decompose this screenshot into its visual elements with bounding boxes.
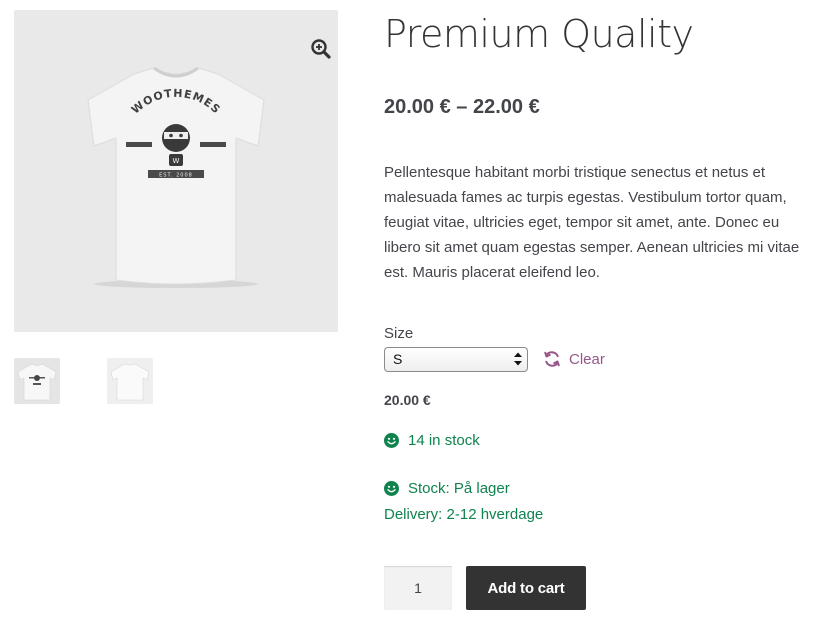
clear-variation-link[interactable]: Clear xyxy=(543,350,605,368)
gallery-thumbnail[interactable] xyxy=(107,358,153,404)
size-label: Size xyxy=(384,325,414,342)
select-arrows-icon xyxy=(514,352,522,366)
smiley-icon xyxy=(384,433,399,448)
smiley-icon xyxy=(384,481,399,496)
stock-status-text: Stock: På lager xyxy=(408,480,510,497)
delivery-info: Delivery: 2-12 hverdage xyxy=(384,506,544,523)
stock-count: 14 in stock xyxy=(408,432,480,449)
add-to-cart-button[interactable]: Add to cart xyxy=(466,566,586,610)
tshirt-back-thumbnail-image xyxy=(110,363,150,401)
stock-availability: 14 in stock xyxy=(384,432,480,449)
tshirt-image: WOOTHEMES W EST. 2008 xyxy=(87,66,265,288)
product-title: Premium Quality xyxy=(384,12,694,56)
quantity-input[interactable] xyxy=(384,566,452,610)
zoom-in-icon[interactable] xyxy=(310,38,332,60)
product-main-image[interactable]: WOOTHEMES W EST. 2008 xyxy=(14,10,338,332)
svg-text:EST. 2008: EST. 2008 xyxy=(159,173,193,179)
refresh-icon xyxy=(544,351,560,367)
tshirt-thumbnail-image xyxy=(17,363,57,401)
stock-status: Stock: På lager xyxy=(384,480,510,497)
product-description: Pellentesque habitant morbi tristique se… xyxy=(384,164,800,281)
variation-price: 20.00 € xyxy=(384,392,431,408)
svg-text:W: W xyxy=(173,157,180,165)
gallery-thumbnail[interactable] xyxy=(14,358,60,404)
size-select-value: S xyxy=(393,351,403,367)
product-price-range: 20.00 € – 22.00 € xyxy=(384,96,540,118)
clear-label: Clear xyxy=(569,350,605,368)
size-select[interactable]: S xyxy=(384,347,528,372)
